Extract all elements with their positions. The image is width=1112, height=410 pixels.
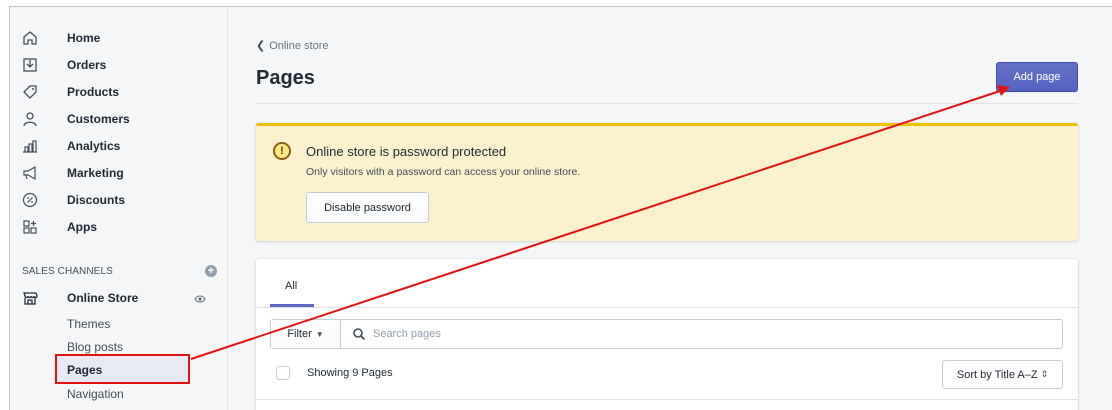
sidebar-subitem-blog-posts[interactable]: Blog posts — [67, 340, 123, 354]
orders-icon — [22, 57, 38, 73]
bar-chart-icon — [22, 138, 38, 154]
sidebar-item-label: Home — [67, 31, 101, 45]
caret-down-icon: ▼ — [315, 329, 324, 339]
section-label: SALES CHANNELS — [22, 265, 113, 277]
divider — [256, 307, 1078, 308]
app-frame: Home Orders Products Customers Analytics — [9, 6, 1112, 410]
megaphone-icon — [22, 165, 38, 181]
sidebar-item-label: Online Store — [67, 291, 139, 305]
sidebar-subitem-navigation[interactable]: Navigation — [67, 387, 124, 401]
apps-icon — [22, 219, 38, 235]
sidebar-subitem-pages[interactable]: Pages — [67, 363, 102, 377]
sidebar-item-customers[interactable]: Customers — [10, 106, 228, 132]
sidebar-item-label: Orders — [67, 58, 107, 72]
search-icon — [352, 327, 366, 341]
banner-text: Only visitors with a password can access… — [306, 166, 581, 178]
sidebar-subitem-themes[interactable]: Themes — [67, 317, 110, 331]
sidebar-item-label: Apps — [67, 220, 97, 234]
sidebar-item-label: Marketing — [67, 166, 124, 180]
tab-label: All — [285, 280, 298, 292]
select-arrows-icon: ⇕ — [1040, 369, 1049, 379]
main-content: ❮ Online store Pages Add page ! Online s… — [229, 7, 1112, 410]
chevron-left-icon: ❮ — [256, 40, 266, 52]
banner-title: Online store is password protected — [306, 144, 507, 159]
breadcrumb[interactable]: ❮ Online store — [256, 39, 329, 53]
tag-icon — [22, 84, 38, 100]
user-icon — [22, 111, 38, 127]
sidebar-item-home[interactable]: Home — [10, 25, 228, 51]
sidebar-item-online-store[interactable]: Online Store — [10, 288, 228, 308]
filter-label: Filter — [287, 328, 312, 340]
filter-search-bar: Filter ▼ — [270, 319, 1063, 349]
sidebar-item-label: Customers — [67, 112, 130, 126]
divider — [256, 103, 1078, 104]
password-warning-banner: ! Online store is password protected Onl… — [256, 123, 1078, 241]
pages-list-card: All Filter ▼ Showing 9 Pages Sort by Tit… — [256, 259, 1078, 410]
home-icon — [22, 30, 38, 46]
sales-channels-header: SALES CHANNELS + — [22, 263, 217, 279]
breadcrumb-label: Online store — [269, 39, 329, 52]
sidebar-item-analytics[interactable]: Analytics — [10, 133, 228, 159]
filter-button[interactable]: Filter ▼ — [271, 320, 341, 348]
eye-icon[interactable] — [194, 292, 206, 304]
sidebar-item-discounts[interactable]: Discounts — [10, 187, 228, 213]
select-all-checkbox[interactable] — [276, 366, 290, 380]
disable-password-button[interactable]: Disable password — [306, 192, 429, 223]
sidebar-item-apps[interactable]: Apps — [10, 214, 228, 240]
page-title: Pages — [256, 67, 315, 89]
results-count: Showing 9 Pages — [307, 367, 393, 379]
sidebar: Home Orders Products Customers Analytics — [10, 7, 228, 410]
discount-icon — [22, 192, 38, 208]
sidebar-item-orders[interactable]: Orders — [10, 52, 228, 78]
sidebar-item-label: Products — [67, 85, 120, 99]
add-page-button[interactable]: Add page — [996, 62, 1078, 92]
sort-select[interactable]: Sort by Title A–Z ⇕ — [942, 360, 1063, 389]
plus-circle-icon[interactable]: + — [205, 265, 217, 277]
search-input[interactable] — [373, 321, 1053, 347]
divider — [256, 399, 1078, 400]
sort-label: Sort by Title A–Z — [956, 368, 1038, 381]
tab-all[interactable]: All — [270, 277, 314, 307]
sidebar-item-label: Discounts — [67, 193, 126, 207]
sidebar-item-label: Analytics — [67, 139, 121, 153]
store-icon — [22, 290, 38, 306]
sidebar-item-products[interactable]: Products — [10, 79, 228, 105]
warning-icon: ! — [273, 142, 291, 160]
sidebar-item-marketing[interactable]: Marketing — [10, 160, 228, 186]
